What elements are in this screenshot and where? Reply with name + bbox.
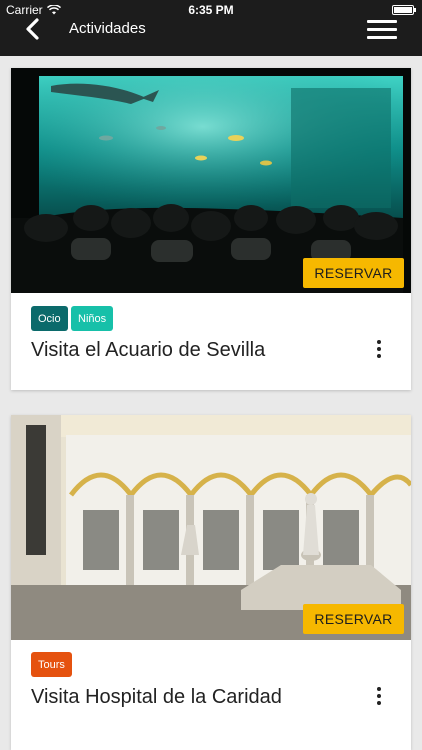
battery-icon: [392, 5, 416, 15]
tag-tours: Tours: [31, 652, 72, 677]
status-bar: Carrier 6:35 PM: [0, 0, 422, 20]
more-options-icon[interactable]: [375, 687, 383, 707]
back-chevron-icon[interactable]: [22, 18, 44, 40]
activity-title[interactable]: Visita Hospital de la Caridad: [31, 686, 282, 709]
reserve-button[interactable]: RESERVAR: [303, 604, 404, 634]
app-header: Carrier 6:35 PM Actividades: [0, 0, 422, 56]
tag-ninos: Niños: [71, 306, 114, 331]
page-title: Actividades: [69, 20, 146, 37]
activity-card[interactable]: RESERVAR Ocio Niños Visita el Acuario de…: [11, 68, 411, 390]
hamburger-menu-icon[interactable]: [367, 20, 397, 40]
more-options-icon[interactable]: [375, 340, 383, 360]
activity-card[interactable]: RESERVAR Tours Visita Hospital de la Car…: [11, 415, 411, 750]
tag-ocio: Ocio: [31, 306, 68, 331]
activity-title[interactable]: Visita el Acuario de Sevilla: [31, 339, 265, 362]
reserve-button[interactable]: RESERVAR: [303, 258, 404, 288]
status-time: 6:35 PM: [188, 3, 234, 17]
